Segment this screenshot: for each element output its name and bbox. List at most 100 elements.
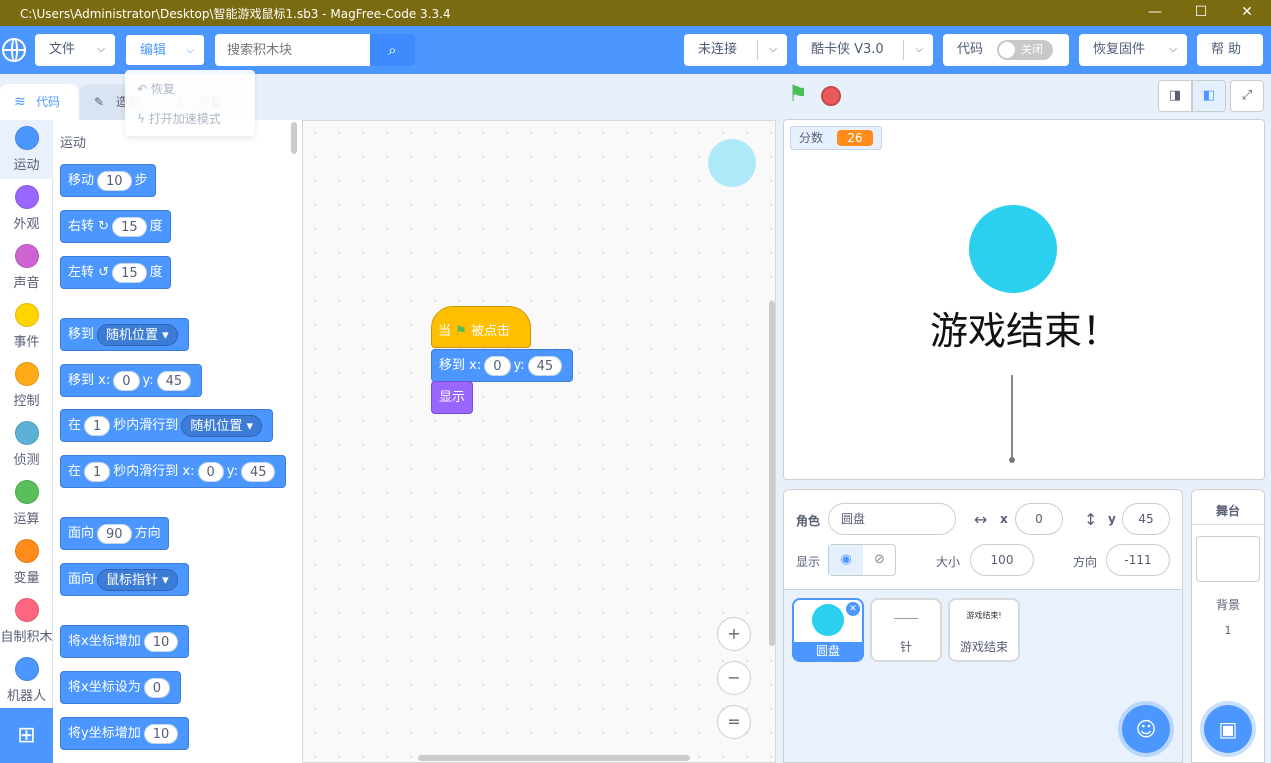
chevron-down-icon: ⌵	[769, 44, 777, 55]
category-6[interactable]: 运算	[0, 474, 53, 533]
script-workspace[interactable]: 当 ⚑ 被点击 移到 x: 0 y: 45 显示	[302, 120, 776, 763]
block-dropdown[interactable]: 随机位置 ▾	[181, 414, 262, 437]
block-move-steps[interactable]: 移动 10 步	[60, 164, 156, 197]
help-label: 帮 助	[1211, 42, 1242, 57]
block-point-direction[interactable]: 面向 90 方向	[60, 517, 169, 550]
category-8[interactable]: 自制积木	[0, 592, 53, 651]
block-point-towards[interactable]: 面向 鼠标指针 ▾	[60, 563, 189, 596]
zoom-reset-button[interactable]: =	[717, 705, 751, 739]
horizontal-arrows-icon: ↔	[974, 510, 988, 529]
close-icon[interactable]: ✕	[1224, 0, 1270, 26]
category-7[interactable]: 变量	[0, 533, 53, 592]
add-backdrop-button[interactable]: ▣	[1204, 705, 1252, 753]
stage-canvas[interactable]: 分数 26 游戏结束！	[783, 119, 1265, 480]
visibility-toggle: ◉ ⊘	[828, 544, 896, 576]
menu-item-restore[interactable]: ↶ 恢复	[137, 80, 175, 97]
block-text: 移到 x:	[68, 373, 111, 388]
y-field[interactable]: 45	[1122, 503, 1170, 535]
category-5[interactable]: 侦测	[0, 415, 53, 474]
block-goto-xy-script[interactable]: 移到 x: 0 y: 45	[431, 349, 574, 382]
fullscreen-button[interactable]: ⤢	[1230, 80, 1264, 112]
help-button[interactable]: 帮 助	[1197, 34, 1263, 66]
block-input[interactable]: 0	[113, 370, 140, 391]
block-input[interactable]: 10	[97, 170, 132, 191]
block-input[interactable]: 45	[240, 461, 276, 482]
zoom-in-button[interactable]: +	[717, 617, 751, 651]
category-0[interactable]: 运动	[0, 120, 53, 179]
block-change-y[interactable]: 将y坐标增加 10	[60, 717, 190, 750]
block-show[interactable]: 显示	[431, 381, 474, 414]
zoom-out-icon: −	[727, 668, 741, 687]
delete-icon[interactable]: ✕	[846, 602, 860, 616]
stop-icon[interactable]	[821, 86, 841, 106]
block-turn-right[interactable]: 右转 ↻ 15 度	[60, 210, 171, 243]
block-dropdown[interactable]: 鼠标指针 ▾	[97, 568, 178, 591]
variable-name: 分数	[799, 131, 824, 145]
minimize-icon[interactable]: —	[1132, 0, 1178, 26]
block-input[interactable]: 0	[143, 677, 170, 698]
block-input[interactable]: 15	[112, 216, 147, 237]
sprite-name-field[interactable]: 圆盘	[828, 503, 956, 535]
block-input[interactable]: 45	[156, 370, 192, 391]
workspace-hscrollbar[interactable]	[418, 755, 690, 761]
rotate-right-icon: ↻	[98, 219, 110, 234]
category-dot-icon	[14, 539, 39, 563]
block-dropdown[interactable]: 随机位置 ▾	[97, 323, 178, 346]
needle-sprite[interactable]	[1011, 375, 1013, 460]
block-input[interactable]: 1	[84, 415, 111, 436]
category-dot-icon	[14, 303, 39, 327]
category-3[interactable]: 事件	[0, 297, 53, 356]
code-toggle-switch[interactable]: 关闭	[997, 40, 1053, 60]
block-glide-to[interactable]: 在 1 秒内滑行到 随机位置 ▾	[60, 409, 273, 442]
show-eye-icon[interactable]: ◉	[829, 545, 863, 575]
large-stage-button[interactable]: ◧	[1192, 80, 1226, 112]
connect-dropdown[interactable]: 未连接 ⌵	[684, 34, 787, 66]
direction-field[interactable]: -111	[1106, 544, 1170, 576]
search-button[interactable]: ⌕	[370, 34, 415, 66]
edit-dropdown-menu: ↶ 恢复 ϟ 打开加速模式	[125, 70, 255, 136]
block-when-flag-clicked[interactable]: 当 ⚑ 被点击	[431, 306, 531, 348]
restore-firmware-button[interactable]: 恢复固件 ⌵	[1079, 34, 1187, 66]
block-input[interactable]: 45	[527, 355, 563, 376]
category-9[interactable]: 机器人	[0, 651, 53, 710]
language-globe-icon[interactable]	[2, 38, 26, 62]
add-extension-button[interactable]: ⊞	[0, 708, 53, 763]
block-input[interactable]: 1	[84, 461, 111, 482]
green-flag-icon[interactable]: ⚑	[788, 84, 808, 106]
category-2[interactable]: 声音	[0, 238, 53, 297]
category-4[interactable]: 控制	[0, 356, 53, 415]
block-goto-xy[interactable]: 移到 x: 0 y: 45	[60, 364, 203, 397]
hide-eye-icon[interactable]: ⊘	[863, 545, 896, 575]
sprite-thumb-game-over[interactable]: 游戏结束! 游戏结束	[948, 598, 1020, 662]
category-label: 控制	[13, 394, 40, 409]
category-label: 变量	[13, 571, 40, 586]
backdrop-thumbnail[interactable]	[1196, 536, 1260, 582]
undo-icon: ↶	[137, 82, 148, 96]
block-input[interactable]: 90	[97, 523, 132, 544]
block-input[interactable]: 10	[143, 631, 179, 652]
device-dropdown[interactable]: 酷卡侠 V3.0 ⌵	[797, 34, 933, 66]
workspace-vscrollbar[interactable]	[769, 301, 775, 646]
category-1[interactable]: 外观	[0, 179, 53, 238]
block-input[interactable]: 0	[197, 461, 224, 482]
block-input[interactable]: 10	[143, 723, 179, 744]
small-stage-icon: ◨	[1168, 88, 1182, 103]
block-glide-xy[interactable]: 在 1 秒内滑行到 x: 0 y: 45	[60, 455, 287, 488]
add-sprite-button[interactable]: ☺	[1122, 705, 1170, 753]
block-turn-left[interactable]: 左转 ↺ 15 度	[60, 256, 171, 289]
block-goto[interactable]: 移到 随机位置 ▾	[60, 318, 189, 351]
x-field[interactable]: 0	[1015, 503, 1063, 535]
disc-sprite[interactable]	[969, 205, 1057, 293]
block-change-x[interactable]: 将x坐标增加 10	[60, 625, 190, 658]
size-field[interactable]: 100	[970, 544, 1034, 576]
small-stage-button[interactable]: ◨	[1158, 80, 1192, 112]
sprite-thumb-needle[interactable]: 针	[870, 598, 942, 662]
sprite-thumb-disc[interactable]: ✕ 圆盘	[792, 598, 864, 662]
block-input[interactable]: 0	[484, 355, 511, 376]
block-input[interactable]: 15	[112, 262, 147, 283]
maximize-icon[interactable]: ☐	[1178, 0, 1224, 26]
menu-item-turbo[interactable]: ϟ 打开加速模式	[137, 110, 221, 127]
category-label: 运算	[13, 512, 40, 527]
zoom-out-button[interactable]: −	[717, 661, 751, 695]
block-set-x[interactable]: 将x坐标设为 0	[60, 671, 181, 704]
